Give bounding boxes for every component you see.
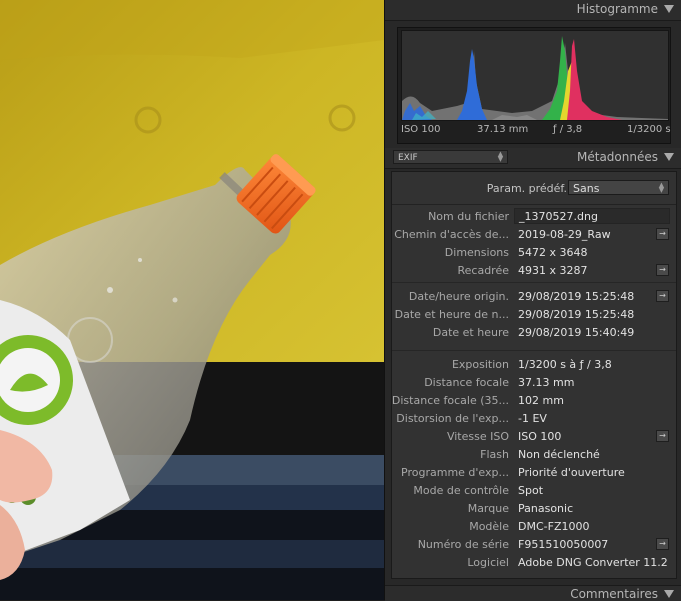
metadata-panel: Param. prédéf. Sans ▲ ▼ Nom du fichier _13… [391,171,677,579]
metadata-row: Logiciel Adobe DNG Converter 11.2 ... [392,554,676,572]
photo-preview [0,0,384,600]
metadata-row: Distorsion de l'exp... -1 EV [392,410,676,428]
metadata-value: Adobe DNG Converter 11.2 ... [518,556,668,569]
histogram-focal: 37.13 mm [477,124,529,135]
metadata-value: Non déclenché [518,448,600,461]
metadata-row: Flash Non déclenché [392,446,676,464]
histogram-iso: ISO 100 [401,124,441,135]
metadata-label: Exposition [451,358,509,371]
metadata-value: F951510050007 [518,538,609,551]
histogram-graph [401,30,669,121]
metadata-row: Mode de contrôle Spot [392,482,676,500]
metadata-row: Nom du fichier _1370527.dng [392,208,676,226]
metadata-value-field[interactable]: _1370527.dng [514,208,670,224]
metadata-label: Flash [480,448,509,461]
metadata-value: 29/08/2019 15:25:48 [518,290,635,303]
metadata-value: -1 EV [518,412,547,425]
metadata-value: DMC-FZ1000 [518,520,590,533]
metadata-value: 29/08/2019 15:25:48 [518,308,635,321]
metadata-row: Marque Panasonic [392,500,676,518]
histogram-aperture: ƒ / 3,8 [553,124,583,135]
comments-header[interactable]: Commentaires [385,585,681,601]
metadata-value: ISO 100 [518,430,562,443]
histogram-header[interactable]: Histogramme [385,0,681,21]
triangle-down-icon[interactable] [664,5,674,13]
metadata-label: Distance focale [424,376,509,389]
metadata-value: 5472 x 3648 [518,246,588,259]
comments-title: Commentaires [570,587,658,601]
preset-row: Param. prédéf. Sans ▲ ▼ [392,172,676,205]
metadata-value: 4931 x 3287 [518,264,588,277]
arrow-right-icon[interactable]: → [656,290,669,302]
metadata-value: Priorité d'ouverture [518,466,625,479]
metadata-value: 37.13 mm [518,376,575,389]
metadata-value: 102 mm [518,394,564,407]
metadata-group-divider [392,282,676,283]
metadata-label: Distance focale (35... [391,394,509,407]
metadata-row: Vitesse ISO ISO 100 → [392,428,676,446]
metadata-label: Date et heure de n... [394,308,509,321]
metadata-row: Dimensions 5472 x 3648 [392,244,676,262]
metadata-label: Numéro de série [417,538,509,551]
arrow-right-icon[interactable]: → [656,430,669,442]
arrow-right-icon[interactable]: → [656,264,669,276]
metadata-value: Spot [518,484,544,497]
histogram-shutter: 1/3200 s [627,124,671,135]
metadata-group-divider [392,350,676,351]
metadata-label: Nom du fichier [428,210,509,223]
updown-spinner-icon: ▲ ▼ [497,150,504,163]
metadata-label: Distorsion de l'exp... [396,412,509,425]
metadata-view-select[interactable]: EXIF ▲ ▼ [393,150,508,164]
metadata-label: Logiciel [467,556,509,569]
metadata-row: Recadrée 4931 x 3287 → [392,262,676,280]
metadata-header[interactable]: EXIF ▲ ▼ Métadonnées [385,148,681,169]
updown-spinner-icon: ▲ ▼ [658,181,665,194]
metadata-label: Chemin d'accès de... [394,228,509,241]
metadata-label: Modèle [469,520,509,533]
metadata-row: Chemin d'accès de... 2019-08-29_Raw → [392,226,676,244]
metadata-row: Date et heure 29/08/2019 15:40:49 [392,324,676,342]
metadata-label: Marque [467,502,509,515]
metadata-label: Recadrée [457,264,509,277]
metadata-label: Programme d'exp... [401,466,509,479]
metadata-row: Date/heure origin. 29/08/2019 15:25:48 → [392,288,676,306]
right-panel: Histogramme ISO 100 37.13 mm ƒ / 3,8 1/3… [384,0,681,601]
metadata-row: Exposition 1/3200 s à ƒ / 3,8 [392,356,676,374]
histogram-title: Histogramme [576,2,658,16]
metadata-label: Mode de contrôle [413,484,509,497]
metadata-row: Date et heure de n... 29/08/2019 15:25:48 [392,306,676,324]
metadata-row: Distance focale (35... 102 mm [392,392,676,410]
histogram-panel: ISO 100 37.13 mm ƒ / 3,8 1/3200 s [397,27,671,144]
arrow-right-icon[interactable]: → [656,538,669,550]
metadata-row: Programme d'exp... Priorité d'ouverture [392,464,676,482]
metadata-view-value: EXIF [398,153,418,163]
metadata-label: Date et heure [432,326,509,339]
metadata-title: Métadonnées [577,150,658,164]
triangle-down-icon[interactable] [664,590,674,598]
bottle-photo [0,0,384,600]
metadata-label: Date/heure origin. [408,290,509,303]
triangle-down-icon[interactable] [664,153,674,161]
preset-select[interactable]: Sans ▲ ▼ [568,180,669,195]
metadata-value: 29/08/2019 15:40:49 [518,326,635,339]
metadata-value: 1/3200 s à ƒ / 3,8 [518,358,612,371]
metadata-value: 2019-08-29_Raw [518,228,611,241]
metadata-label: Vitesse ISO [446,430,509,443]
metadata-row: Distance focale 37.13 mm [392,374,676,392]
arrow-right-icon[interactable]: → [656,228,669,240]
metadata-row: Modèle DMC-FZ1000 [392,518,676,536]
metadata-value: Panasonic [518,502,574,515]
metadata-row: Numéro de série F951510050007 → [392,536,676,554]
preset-label: Param. prédéf. [486,182,567,195]
preset-value: Sans [573,182,600,195]
metadata-label: Dimensions [444,246,509,259]
